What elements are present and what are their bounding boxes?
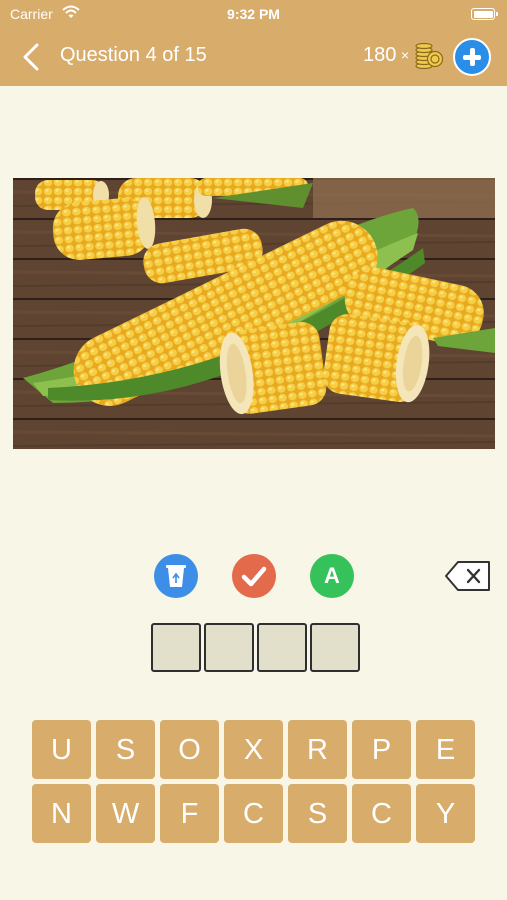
letter-key-label: N: [51, 798, 72, 830]
answer-slot[interactable]: [310, 623, 360, 672]
show-answer-label: A: [324, 563, 340, 588]
letter-key-label: X: [243, 734, 264, 766]
letter-key[interactable]: W: [96, 784, 155, 843]
corn-image: [13, 178, 495, 449]
recycle-bin-icon: [166, 565, 186, 587]
show-answer-button[interactable]: A: [310, 554, 354, 598]
letter-key[interactable]: O: [160, 720, 219, 779]
answer-slot[interactable]: [257, 623, 307, 672]
letter-key[interactable]: E: [416, 720, 475, 779]
letter-key-label: S: [115, 734, 136, 766]
letter-key-label: E: [435, 734, 456, 766]
letter-key[interactable]: C: [224, 784, 283, 843]
coin-stack-icon: [415, 42, 444, 70]
letter-key-label: R: [307, 734, 328, 766]
letter-key[interactable]: S: [96, 720, 155, 779]
letter-key-label: C: [243, 798, 264, 830]
letter-key[interactable]: U: [32, 720, 91, 779]
answer-slot[interactable]: [151, 623, 201, 672]
answer-slot[interactable]: [204, 623, 254, 672]
letter-key[interactable]: R: [288, 720, 347, 779]
add-coins-button[interactable]: [453, 38, 491, 76]
backspace-icon[interactable]: [444, 559, 492, 593]
letter-key[interactable]: S: [288, 784, 347, 843]
status-bar: Carrier 9:32 PM: [0, 0, 507, 28]
letter-key-label: U: [51, 734, 72, 766]
check-icon: [241, 566, 267, 587]
letter-key-label: W: [111, 798, 140, 830]
page-title: Question 4 of 15: [60, 44, 207, 66]
letter-key[interactable]: P: [352, 720, 411, 779]
remove-letters-button[interactable]: [154, 554, 198, 598]
top-bar: Carrier 9:32 PM Question 4 of 15 180 ×: [0, 0, 507, 86]
nav-bar: Question 4 of 15 180 ×: [0, 30, 507, 82]
letter-key-label: F: [180, 798, 199, 830]
letter-key[interactable]: Y: [416, 784, 475, 843]
letter-key-label: S: [307, 798, 328, 830]
letter-key-label: C: [371, 798, 392, 830]
coin-balance: 180: [363, 44, 397, 66]
letter-key-label: O: [178, 734, 201, 766]
coin-multiplier: ×: [401, 47, 410, 63]
letter-key-label: Y: [435, 798, 456, 830]
puzzle-picture: [13, 178, 495, 449]
letter-key[interactable]: X: [224, 720, 283, 779]
status-time: 9:32 PM: [227, 6, 280, 22]
chevron-left-icon[interactable]: [18, 42, 44, 72]
letter-key-label: P: [371, 734, 392, 766]
reveal-letter-button[interactable]: [232, 554, 276, 598]
letter-key[interactable]: N: [32, 784, 91, 843]
letter-key[interactable]: C: [352, 784, 411, 843]
battery-icon: [471, 8, 498, 20]
letter-key[interactable]: F: [160, 784, 219, 843]
